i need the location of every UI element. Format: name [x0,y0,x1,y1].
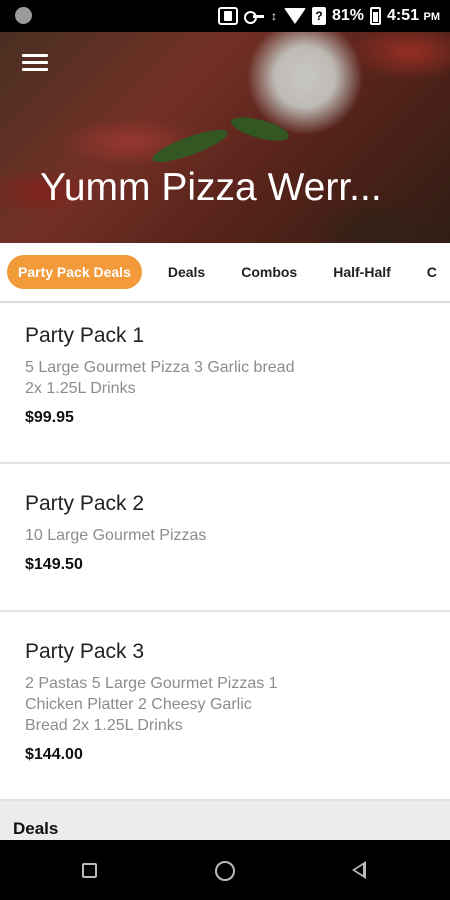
item-description: 2 Pastas 5 Large Gourmet Pizzas 1 Chicke… [25,675,278,734]
tab-truncated[interactable]: C [409,255,450,289]
status-icons: ↕ ? 81% 4:51 PM [217,0,440,32]
vpn-key-icon [243,11,264,24]
list-item[interactable]: Party Pack 3 2 Pastas 5 Large Gourmet Pi… [0,612,450,801]
section-header-deals: Deals [0,801,450,840]
item-price: $99.95 [25,409,74,426]
hamburger-menu-icon[interactable] [22,54,48,76]
tab-half-half[interactable]: Half-Half [315,255,409,289]
battery-icon [370,7,382,25]
item-description: 10 Large Gourmet Pizzas [25,527,207,544]
system-nav-bar [0,840,450,900]
page-title: Yumm Pizza Werr... [40,166,382,209]
list-item[interactable]: Party Pack 1 5 Large Gourmet Pizza 3 Gar… [0,303,450,464]
recents-square-icon[interactable] [82,863,97,878]
category-tabs: Party Pack Deals Deals Combos Half-Half … [0,243,450,303]
item-price: $149.50 [25,556,83,573]
data-arrows-icon: ↕ [270,8,277,23]
back-triangle-icon[interactable] [352,861,366,879]
item-name: Party Pack 3 [25,640,145,663]
item-price: $144.00 [25,746,83,763]
tab-deals[interactable]: Deals [150,255,223,289]
clock-time: 4:51 [387,7,420,24]
clock-ampm: PM [423,11,441,23]
wifi-icon [283,8,306,24]
hero-banner: Yumm Pizza Werr... [0,32,450,243]
clock: 4:51 PM [387,7,440,25]
status-bar: ↕ ? 81% 4:51 PM [0,0,450,32]
battery-percent: 81% [331,7,365,24]
home-circle-icon[interactable] [215,861,235,881]
vibrate-icon [217,7,238,25]
signal-icon: ? [311,7,326,25]
tab-combos[interactable]: Combos [223,255,315,289]
item-description: 5 Large Gourmet Pizza 3 Garlic bread 2x … [25,359,295,397]
hero-overlay [0,32,450,243]
notification-dot-icon [15,7,32,24]
menu-item-list: Party Pack 1 5 Large Gourmet Pizza 3 Gar… [0,303,450,801]
list-item[interactable]: Party Pack 2 10 Large Gourmet Pizzas $14… [0,464,450,612]
item-name: Party Pack 2 [25,492,145,515]
tab-party-pack-deals[interactable]: Party Pack Deals [7,255,142,289]
item-name: Party Pack 1 [25,324,145,347]
